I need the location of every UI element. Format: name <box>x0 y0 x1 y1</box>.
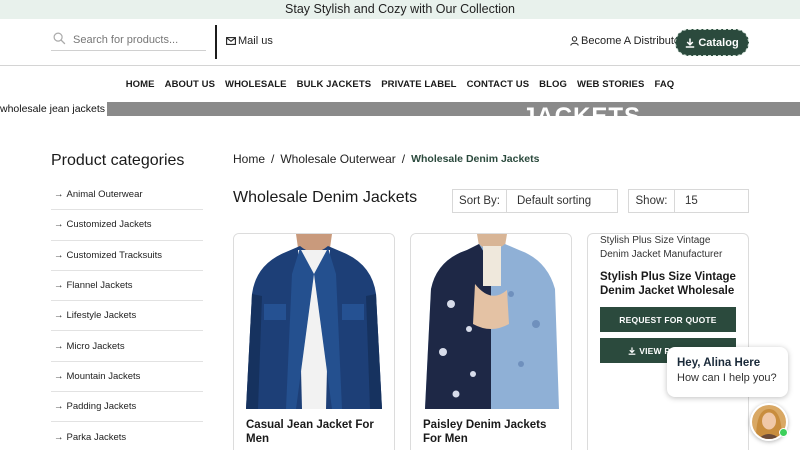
product-name[interactable]: Paisley Denim Jackets For Men <box>423 418 563 446</box>
distributor-label: Become A Distributor <box>581 35 684 47</box>
announcement-text: Stay Stylish and Cozy with Our Collectio… <box>285 2 515 16</box>
category-item-parka-jackets[interactable]: → Parka Jackets <box>51 422 203 450</box>
site-header: Mail us Become A Distributor Catalog <box>0 19 800 66</box>
category-item-padding-jackets[interactable]: → Padding Jackets <box>51 392 203 423</box>
breadcrumb-separator: / <box>271 152 275 166</box>
category-item-customized-jackets[interactable]: → Customized Jackets <box>51 210 203 241</box>
nav-faq[interactable]: FAQ <box>654 79 674 90</box>
breadcrumb-home[interactable]: Home <box>233 152 265 166</box>
product-name[interactable]: Stylish Plus Size Vintage Denim Jacket W… <box>600 270 740 298</box>
category-label: Lifestyle Jackets <box>66 310 137 322</box>
page-title: Wholesale Denim Jackets <box>233 189 418 206</box>
category-item-customized-tracksuits[interactable]: → Customized Tracksuits <box>51 241 203 271</box>
search-box <box>51 29 206 51</box>
search-icon[interactable] <box>53 32 66 45</box>
online-status-dot <box>779 428 788 437</box>
download-icon <box>686 38 695 48</box>
sort-label: Sort By: <box>453 190 507 212</box>
header-divider <box>215 25 217 59</box>
nav-blog[interactable]: BLOG <box>539 79 567 90</box>
hero-alt-text: wholesale jean jackets <box>0 102 108 116</box>
hero-banner: wholesale jean jackets JACKETS <box>0 102 800 116</box>
nav-private-label[interactable]: PRIVATE LABEL <box>381 79 456 90</box>
catalog-button[interactable]: Catalog <box>675 29 749 56</box>
breadcrumb-separator: / <box>401 152 406 166</box>
chat-prompt: How can I help you? <box>677 372 777 384</box>
arrow-right-icon: → <box>54 280 64 292</box>
chat-greeting: Hey, Alina Here <box>677 357 761 369</box>
catalog-label: Catalog <box>698 36 739 49</box>
request-quote-button[interactable]: REQUEST FOR QUOTE <box>600 307 736 332</box>
nav-wholesale[interactable]: WHOLESALE <box>225 79 287 90</box>
category-label: Flannel Jackets <box>66 280 133 292</box>
product-card[interactable]: Casual Jean Jacket For Men <box>233 233 395 450</box>
arrow-right-icon: → <box>54 310 64 322</box>
user-icon <box>570 36 579 46</box>
envelope-icon <box>226 37 236 45</box>
category-label: Padding Jackets <box>66 401 137 413</box>
arrow-right-icon: → <box>54 401 64 413</box>
arrow-right-icon: → <box>54 249 64 261</box>
mail-link[interactable]: Mail us <box>226 35 273 47</box>
show-value[interactable]: 15 <box>675 190 698 212</box>
arrow-right-icon: → <box>54 340 64 352</box>
chat-popup[interactable]: Hey, Alina Here How can I help you? <box>667 347 788 397</box>
sidebar-title: Product categories <box>51 152 185 169</box>
main-nav: HOME ABOUT US WHOLESALE BULK JACKETS PRI… <box>0 66 800 102</box>
category-item-mountain-jackets[interactable]: → Mountain Jackets <box>51 362 203 393</box>
announcement-bar: Stay Stylish and Cozy with Our Collectio… <box>0 0 800 19</box>
product-image-paisley-denim-jacket[interactable] <box>411 234 571 409</box>
nav-bulk-jackets[interactable]: BULK JACKETS <box>297 79 372 90</box>
nav-contact-us[interactable]: CONTACT US <box>467 79 530 90</box>
arrow-right-icon: → <box>54 189 64 201</box>
category-label: Parka Jackets <box>66 431 127 443</box>
category-item-flannel-jackets[interactable]: → Flannel Jackets <box>51 271 203 302</box>
category-item-lifestyle-jackets[interactable]: → Lifestyle Jackets <box>51 301 203 332</box>
sort-select[interactable]: Sort By: Default sorting <box>452 189 618 213</box>
arrow-right-icon: → <box>54 370 64 382</box>
become-distributor-link[interactable]: Become A Distributor <box>570 35 684 47</box>
breadcrumb-parent[interactable]: Wholesale Outerwear <box>280 152 395 166</box>
category-label: Mountain Jackets <box>66 370 141 382</box>
search-input[interactable] <box>73 31 201 48</box>
nav-about-us[interactable]: ABOUT US <box>165 79 215 90</box>
product-name[interactable]: Casual Jean Jacket For Men <box>246 418 386 446</box>
product-categories-sidebar: Product categories → Animal Outerwear → Cu… <box>51 152 203 450</box>
product-card[interactable]: Paisley Denim Jackets For Men <box>410 233 572 450</box>
nav-home[interactable]: HOME <box>126 79 155 90</box>
breadcrumb-current: Wholesale Denim Jackets <box>411 153 540 165</box>
product-image-casual-jean-jacket[interactable] <box>234 234 394 409</box>
mail-label: Mail us <box>238 35 273 47</box>
category-label: Animal Outerwear <box>66 189 143 201</box>
hero-heading: JACKETS <box>522 105 641 117</box>
category-label: Micro Jackets <box>66 340 125 352</box>
nav-web-stories[interactable]: WEB STORIES <box>577 79 644 90</box>
show-count-select[interactable]: Show: 15 <box>628 189 749 213</box>
category-label: Customized Tracksuits <box>66 249 163 261</box>
product-card[interactable]: Stylish Plus Size Vintage Denim Jacket M… <box>587 233 749 450</box>
product-subtitle: Stylish Plus Size Vintage Denim Jacket M… <box>600 235 723 260</box>
arrow-right-icon: → <box>54 431 64 443</box>
category-item-animal-outerwear[interactable]: → Animal Outerwear <box>51 180 203 211</box>
download-icon <box>628 346 636 355</box>
category-label: Customized Jackets <box>66 219 152 231</box>
request-quote-label: REQUEST FOR QUOTE <box>619 314 717 325</box>
sort-value[interactable]: Default sorting <box>507 190 591 212</box>
breadcrumb: Home / Wholesale Outerwear / Wholesale D… <box>233 152 539 166</box>
category-item-micro-jackets[interactable]: → Micro Jackets <box>51 331 203 362</box>
show-label: Show: <box>629 190 675 212</box>
arrow-right-icon: → <box>54 219 64 231</box>
